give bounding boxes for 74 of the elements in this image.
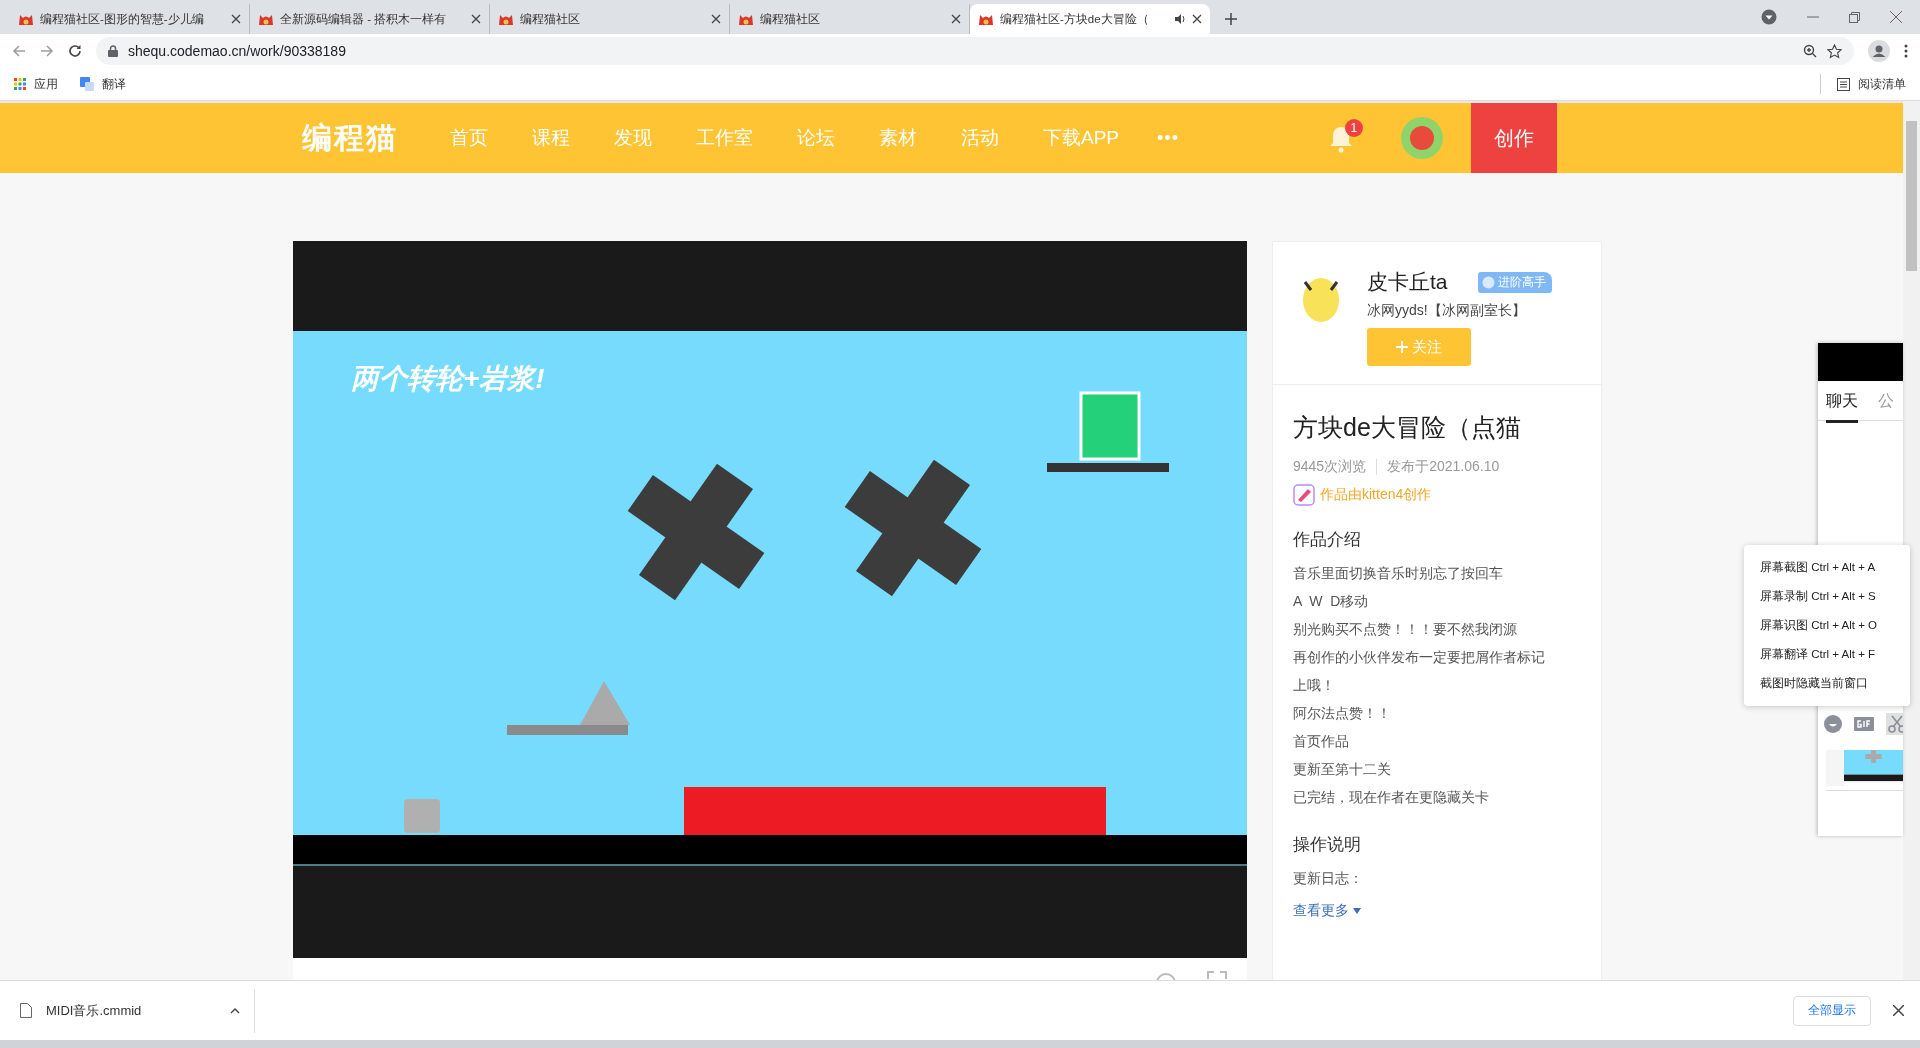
download-file-name[interactable]: MIDI音乐.cmmid [46, 1001, 142, 1020]
description-line: 再创作的小伙伴发布一定要把屑作者标记 [1293, 648, 1546, 667]
close-icon[interactable] [1192, 14, 1202, 24]
reload-icon[interactable] [68, 44, 82, 58]
speaker-icon[interactable] [1174, 13, 1186, 25]
back-arrow-icon[interactable] [12, 44, 26, 58]
scrollbar[interactable] [1903, 101, 1920, 980]
author-bio: 冰网yyds!【冰网副室长】 [1367, 302, 1527, 320]
close-icon[interactable] [471, 14, 481, 24]
section-heading: 作品介绍 [1293, 529, 1362, 551]
description-line: 别光购买不点赞！！！要不然我闭源 [1293, 620, 1518, 639]
menu-item[interactable]: 屏幕录制 Ctrl + Alt + S [1744, 582, 1910, 611]
emoji-icon[interactable] [1824, 715, 1842, 733]
description-line: 首页作品 [1293, 732, 1350, 751]
work-title: 方块de大冒险（点猫 [1293, 412, 1522, 443]
menu-item[interactable]: 截图时隐藏当前窗口 [1744, 669, 1910, 698]
restore-icon[interactable] [1849, 11, 1860, 23]
cat-logo-icon [18, 12, 34, 26]
apps-grid-icon[interactable] [14, 78, 26, 90]
browser-tab[interactable]: 编程猫社区-方块de大冒险（ [970, 4, 1210, 34]
tab-search-icon[interactable] [1761, 9, 1777, 25]
description-line: 上哦！ [1293, 676, 1336, 695]
scissors-icon[interactable] [1886, 713, 1903, 735]
description-line: 阿尔法点赞！！ [1293, 704, 1392, 723]
shield-icon [1481, 275, 1495, 289]
gif-icon[interactable] [1854, 717, 1874, 731]
publish-date: 发布于2021.06.10 [1387, 458, 1500, 476]
close-icon[interactable] [231, 14, 241, 24]
description-line: 已完结，现在作者在更隐藏关卡 [1293, 788, 1490, 807]
section-heading: 操作说明 [1293, 834, 1362, 856]
address-bar[interactable]: shequ.codemao.cn/work/90338189 [96, 37, 1854, 65]
cat-logo-icon [498, 12, 514, 26]
caret-icon[interactable] [1353, 908, 1361, 914]
description-line: 音乐里面切换音乐时别忘了按回车 [1293, 564, 1504, 583]
menu-icon[interactable] [1904, 44, 1908, 58]
menu-item[interactable]: 屏幕截图 Ctrl + Alt + A [1744, 553, 1910, 582]
cat-logo-icon [258, 12, 274, 26]
file-icon [20, 1003, 32, 1018]
star-icon[interactable] [1827, 43, 1842, 59]
author-name[interactable]: 皮卡丘ta [1367, 268, 1448, 296]
see-more-link[interactable]: 查看更多 [1293, 902, 1349, 920]
create-button[interactable]: 创作 [1470, 103, 1557, 173]
badge-label: 进阶高手 [1497, 273, 1546, 291]
reading-list-link[interactable]: 阅读清单 [1858, 75, 1906, 93]
menu-item[interactable]: 屏幕翻译 Ctrl + Alt + F [1744, 640, 1910, 669]
profile-avatar-icon[interactable] [1868, 40, 1890, 62]
bookmark-link[interactable]: 翻译 [102, 75, 126, 93]
description-line: A W D移动 [1293, 592, 1370, 611]
cat-logo-icon [978, 12, 994, 26]
close-icon[interactable] [951, 14, 961, 24]
menu-item[interactable]: 屏幕识图 Ctrl + Alt + O [1744, 611, 1910, 640]
new-tab-icon[interactable] [1224, 12, 1238, 26]
chat-tab[interactable]: 聊天 [1826, 391, 1858, 423]
view-count: 9445次浏览 [1293, 458, 1367, 476]
list-icon[interactable] [1837, 77, 1850, 91]
player-block [404, 799, 440, 833]
bookmark-link[interactable]: 应用 [34, 75, 58, 93]
user-avatar[interactable] [1400, 117, 1443, 159]
game-caption: 两个转轮+岩浆! [351, 363, 545, 394]
lock-icon [108, 45, 118, 57]
bell-icon[interactable] [1328, 125, 1353, 153]
cat-logo-icon [738, 12, 754, 26]
instruction-line: 更新日志： [1293, 869, 1364, 888]
notification-badge: 1 [1344, 119, 1363, 137]
translate-icon[interactable] [80, 77, 94, 91]
description-line: 更新至第十二关 [1293, 760, 1392, 779]
close-icon[interactable] [711, 14, 721, 24]
plus-icon [1396, 341, 1408, 353]
zoom-icon[interactable] [1803, 44, 1817, 58]
close-icon[interactable] [1890, 11, 1902, 23]
show-all-button[interactable]: 全部显示 [1793, 995, 1871, 1026]
close-icon[interactable] [1893, 1005, 1904, 1016]
forward-arrow-icon[interactable] [40, 44, 54, 58]
caret-up-icon[interactable] [230, 1007, 240, 1014]
